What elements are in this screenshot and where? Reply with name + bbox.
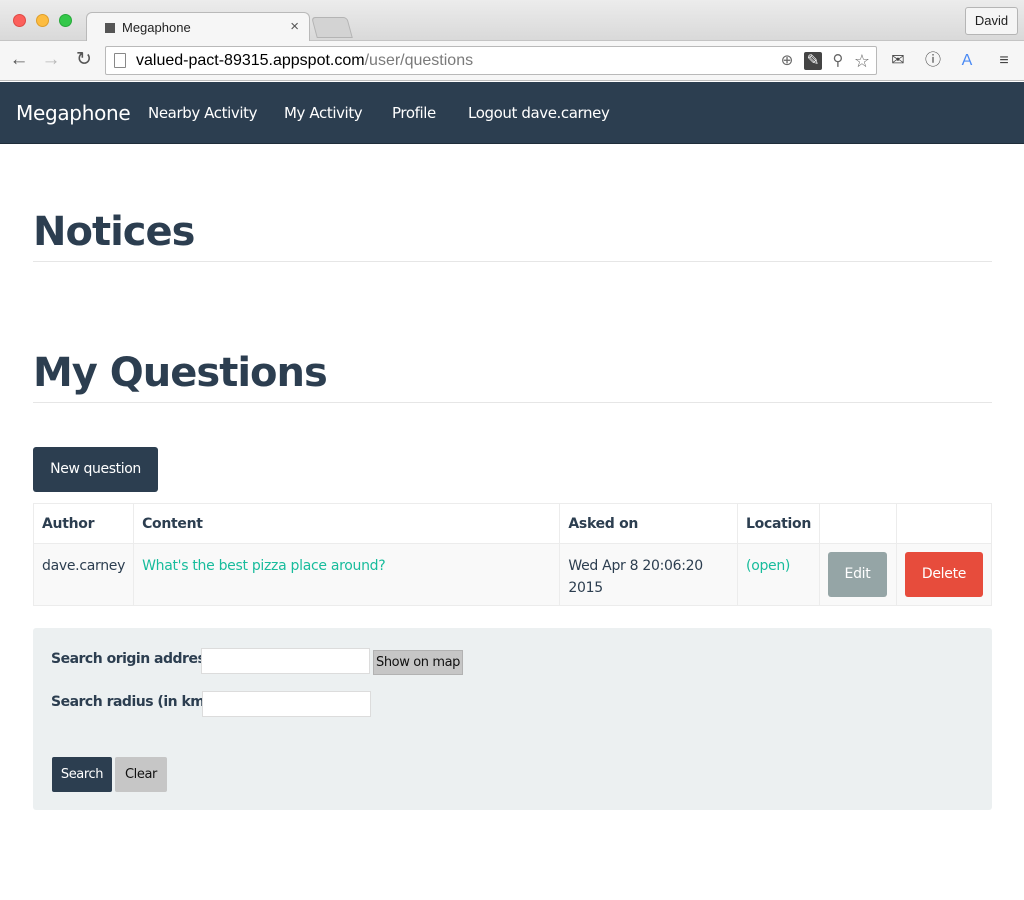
translate-extension-icon[interactable]: A — [956, 50, 978, 72]
column-header-content: Content — [133, 503, 561, 544]
table-header-row: Author Content Asked on Location — [32, 503, 993, 544]
bookmark-star-icon[interactable]: ☆ — [853, 52, 871, 70]
nav-profile[interactable]: Profile — [392, 104, 436, 122]
evernote-extension-icon[interactable]: ✉ — [887, 50, 909, 72]
cell-author: dave.carney — [32, 543, 135, 606]
questions-divider — [33, 402, 992, 403]
show-on-map-button[interactable]: Show on map — [373, 650, 463, 675]
column-header-author: Author — [32, 503, 135, 544]
cell-delete: Delete — [895, 543, 993, 606]
page-favicon-icon — [105, 23, 115, 33]
search-button[interactable]: Search — [52, 757, 112, 792]
search-panel: Search origin address Show on map Search… — [33, 628, 992, 810]
new-tab-button[interactable] — [311, 17, 353, 38]
forward-arrow-icon[interactable]: → — [40, 49, 62, 71]
search-origin-input[interactable] — [201, 648, 370, 674]
new-question-button[interactable]: New question — [33, 447, 158, 492]
browser-toolbar: ← → ↻ valued-pact-89315.appspot.com/user… — [0, 41, 1024, 81]
edit-button[interactable]: Edit — [828, 552, 887, 597]
notices-divider — [33, 261, 992, 262]
cell-asked-on: Wed Apr 8 20:06:20 2015 — [559, 543, 739, 606]
close-window-button[interactable] — [13, 14, 26, 27]
search-origin-label: Search origin address — [51, 651, 214, 667]
column-header-delete — [895, 503, 993, 544]
clear-button[interactable]: Clear — [115, 757, 167, 792]
url-path: /user/questions — [364, 52, 474, 69]
reload-icon[interactable]: ↻ — [73, 49, 95, 71]
profile-button[interactable]: David — [965, 7, 1018, 35]
cell-edit: Edit — [819, 543, 897, 606]
extension-wrench-icon[interactable]: ✎ — [804, 52, 822, 70]
cell-location: (open) — [737, 543, 820, 606]
column-header-location: Location — [737, 503, 820, 544]
nav-nearby-activity[interactable]: Nearby Activity — [148, 104, 257, 122]
zoom-magnifier-icon[interactable]: ⚲ — [829, 52, 847, 70]
browser-titlebar: Megaphone × David — [0, 0, 1024, 42]
column-header-asked-on: Asked on — [559, 503, 739, 544]
url-text[interactable]: valued-pact-89315.appspot.com/user/quest… — [136, 52, 473, 70]
minimize-window-button[interactable] — [36, 14, 49, 27]
address-bar[interactable]: valued-pact-89315.appspot.com/user/quest… — [105, 46, 877, 75]
my-questions-heading: My Questions — [33, 350, 328, 396]
notices-heading: Notices — [33, 209, 195, 255]
password-extension-icon[interactable]: ⓘ — [922, 50, 944, 72]
questions-table: Author Content Asked on Location dave.ca… — [32, 503, 993, 606]
back-arrow-icon[interactable]: ← — [8, 49, 30, 71]
search-radius-label: Search radius (in km) — [51, 694, 211, 710]
location-link[interactable]: (open) — [746, 558, 790, 574]
url-host: valued-pact-89315.appspot.com — [136, 52, 365, 69]
zoom-window-button[interactable] — [59, 14, 72, 27]
table-row: dave.carney What's the best pizza place … — [32, 543, 993, 606]
delete-button[interactable]: Delete — [904, 552, 983, 597]
cell-content: What's the best pizza place around? — [133, 543, 561, 606]
question-link[interactable]: What's the best pizza place around? — [142, 558, 386, 574]
search-radius-input[interactable] — [202, 691, 371, 717]
tab-close-icon[interactable]: × — [290, 18, 299, 35]
location-target-icon[interactable]: ⊕ — [778, 52, 796, 70]
tab-title: Megaphone — [122, 20, 191, 35]
nav-logout[interactable]: Logout dave.carney — [468, 104, 610, 122]
menu-hamburger-icon[interactable]: ≡ — [993, 50, 1015, 72]
site-navbar: Megaphone Nearby Activity My Activity Pr… — [0, 82, 1024, 144]
browser-tab[interactable]: Megaphone × — [86, 12, 310, 42]
column-header-edit — [819, 503, 897, 544]
page-icon — [114, 53, 126, 68]
nav-my-activity[interactable]: My Activity — [284, 104, 363, 122]
brand-link[interactable]: Megaphone — [16, 101, 131, 125]
